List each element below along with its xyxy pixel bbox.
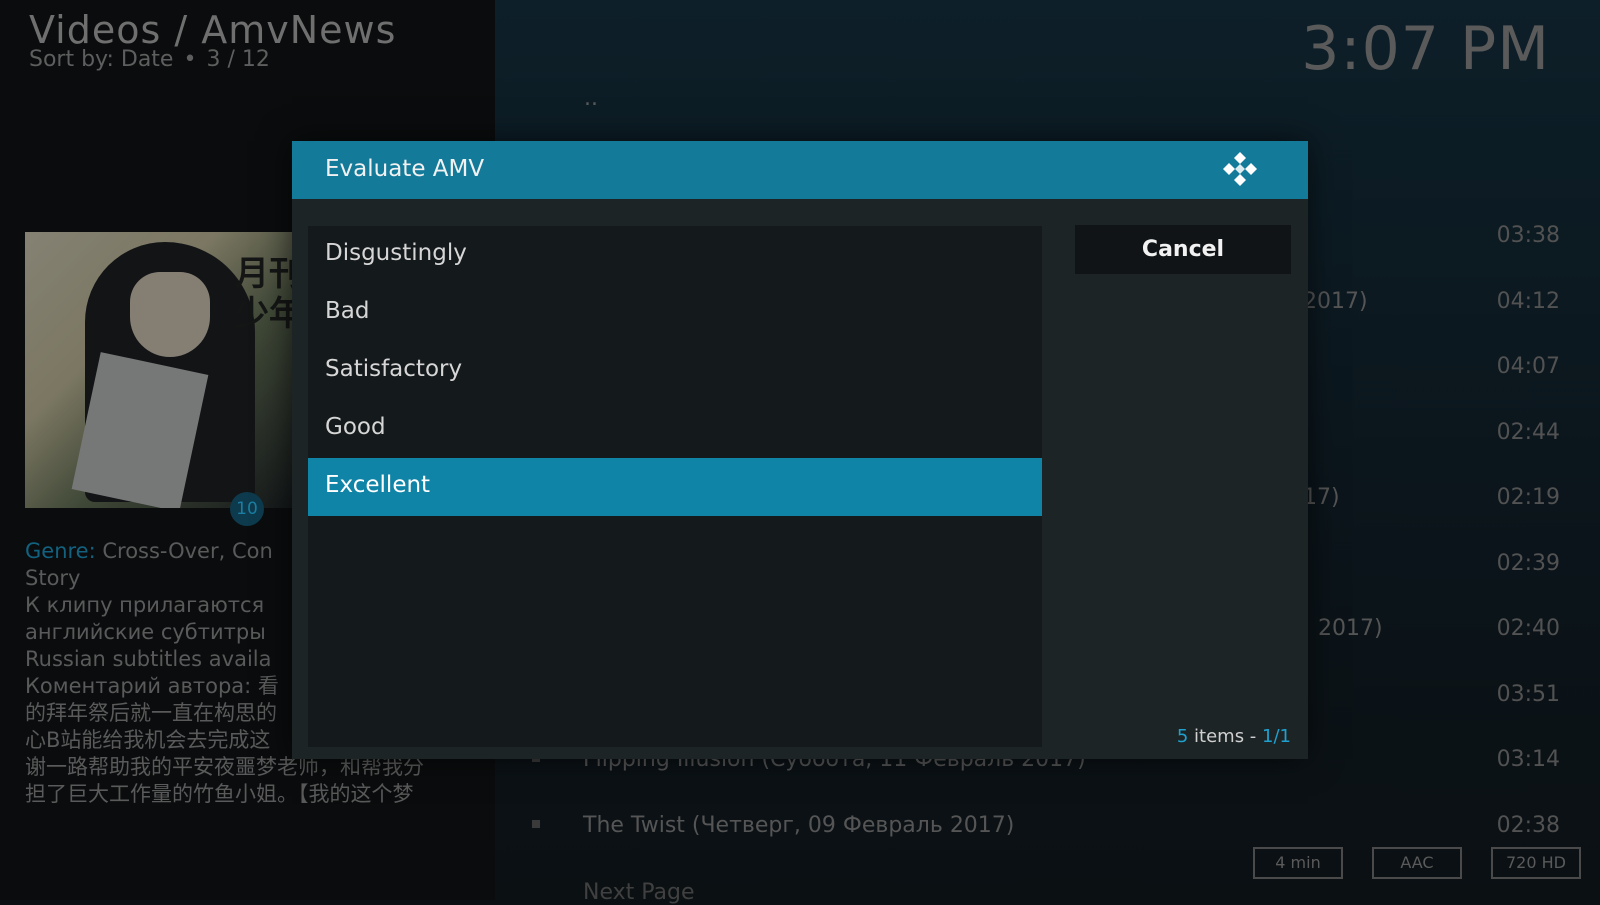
dialog-header: Evaluate AMV [292, 141, 1308, 199]
option-satisfactory[interactable]: Satisfactory [308, 342, 1042, 400]
option-excellent[interactable]: Excellent [308, 458, 1042, 516]
list-item-title-partial: 2017) [1318, 616, 1383, 641]
option-bad[interactable]: Bad [308, 284, 1042, 342]
items-label: items - [1194, 726, 1257, 747]
items-count: 5 items - 1/1 [1177, 726, 1291, 747]
poster-thumbnail: 月刊 少年 [25, 232, 295, 508]
sort-info[interactable]: Sort by: Date • 3 / 12 [29, 47, 270, 72]
rating-badge: 10 [230, 492, 264, 526]
list-item-title-partial: 2017) [1303, 289, 1368, 314]
evaluate-dialog: Evaluate AMV Disgustingly Bad Satisfacto… [292, 141, 1308, 759]
option-label: Good [325, 414, 386, 440]
option-disgustingly[interactable]: Disgustingly [308, 226, 1042, 284]
audio-codec-tag: AAC [1372, 847, 1462, 879]
duration: 02:19 [1496, 485, 1560, 510]
duration: 04:12 [1496, 289, 1560, 314]
kodi-logo-icon [1223, 152, 1257, 186]
resolution-tag: 720 HD [1491, 847, 1581, 879]
clock: 3:07 PM [1301, 14, 1550, 84]
genre-label: Genre: [25, 539, 96, 563]
next-page-item[interactable]: Next Page [583, 880, 695, 905]
cancel-button[interactable]: Cancel [1075, 225, 1291, 274]
genre-value: Cross-Over, Con [102, 539, 273, 563]
list-item-title-partial: 17) [1303, 485, 1340, 510]
poster-face [130, 272, 210, 357]
page-title: Videos / AmvNews [29, 8, 397, 52]
poster-overlay-text: 月刊 少年 [235, 254, 295, 334]
parent-folder-item[interactable]: .. [584, 86, 598, 111]
plot-line: 担了巨大工作量的竹鱼小姐。【我的这个梦 [25, 782, 414, 806]
option-good[interactable]: Good [308, 400, 1042, 458]
duration: 03:14 [1496, 747, 1560, 772]
rating-options-list: Disgustingly Bad Satisfactory Good Excel… [308, 226, 1042, 747]
duration: 02:40 [1496, 616, 1560, 641]
duration: 02:38 [1496, 813, 1560, 838]
duration-tag: 4 min [1253, 847, 1343, 879]
option-label: Satisfactory [325, 356, 463, 382]
duration: 03:51 [1496, 682, 1560, 707]
sort-label: Sort by: Date [29, 47, 174, 72]
option-label: Disgustingly [325, 240, 467, 266]
separator-dot: • [183, 47, 197, 72]
items-number: 5 [1176, 726, 1189, 747]
item-position: 3 / 12 [206, 47, 270, 72]
option-label: Bad [325, 298, 370, 324]
duration: 02:39 [1496, 551, 1560, 576]
list-item[interactable]: The Twist (Четверг, 09 Февраль 2017) 02:… [520, 807, 1560, 847]
option-label: Excellent [325, 472, 431, 498]
list-item-title: The Twist (Четверг, 09 Февраль 2017) [583, 813, 1015, 838]
dialog-title: Evaluate AMV [325, 156, 485, 182]
page-indicator: 1/1 [1262, 726, 1291, 747]
bullet-icon [532, 820, 540, 828]
duration: 03:38 [1496, 223, 1560, 248]
duration: 02:44 [1496, 420, 1560, 445]
duration: 04:07 [1496, 354, 1560, 379]
